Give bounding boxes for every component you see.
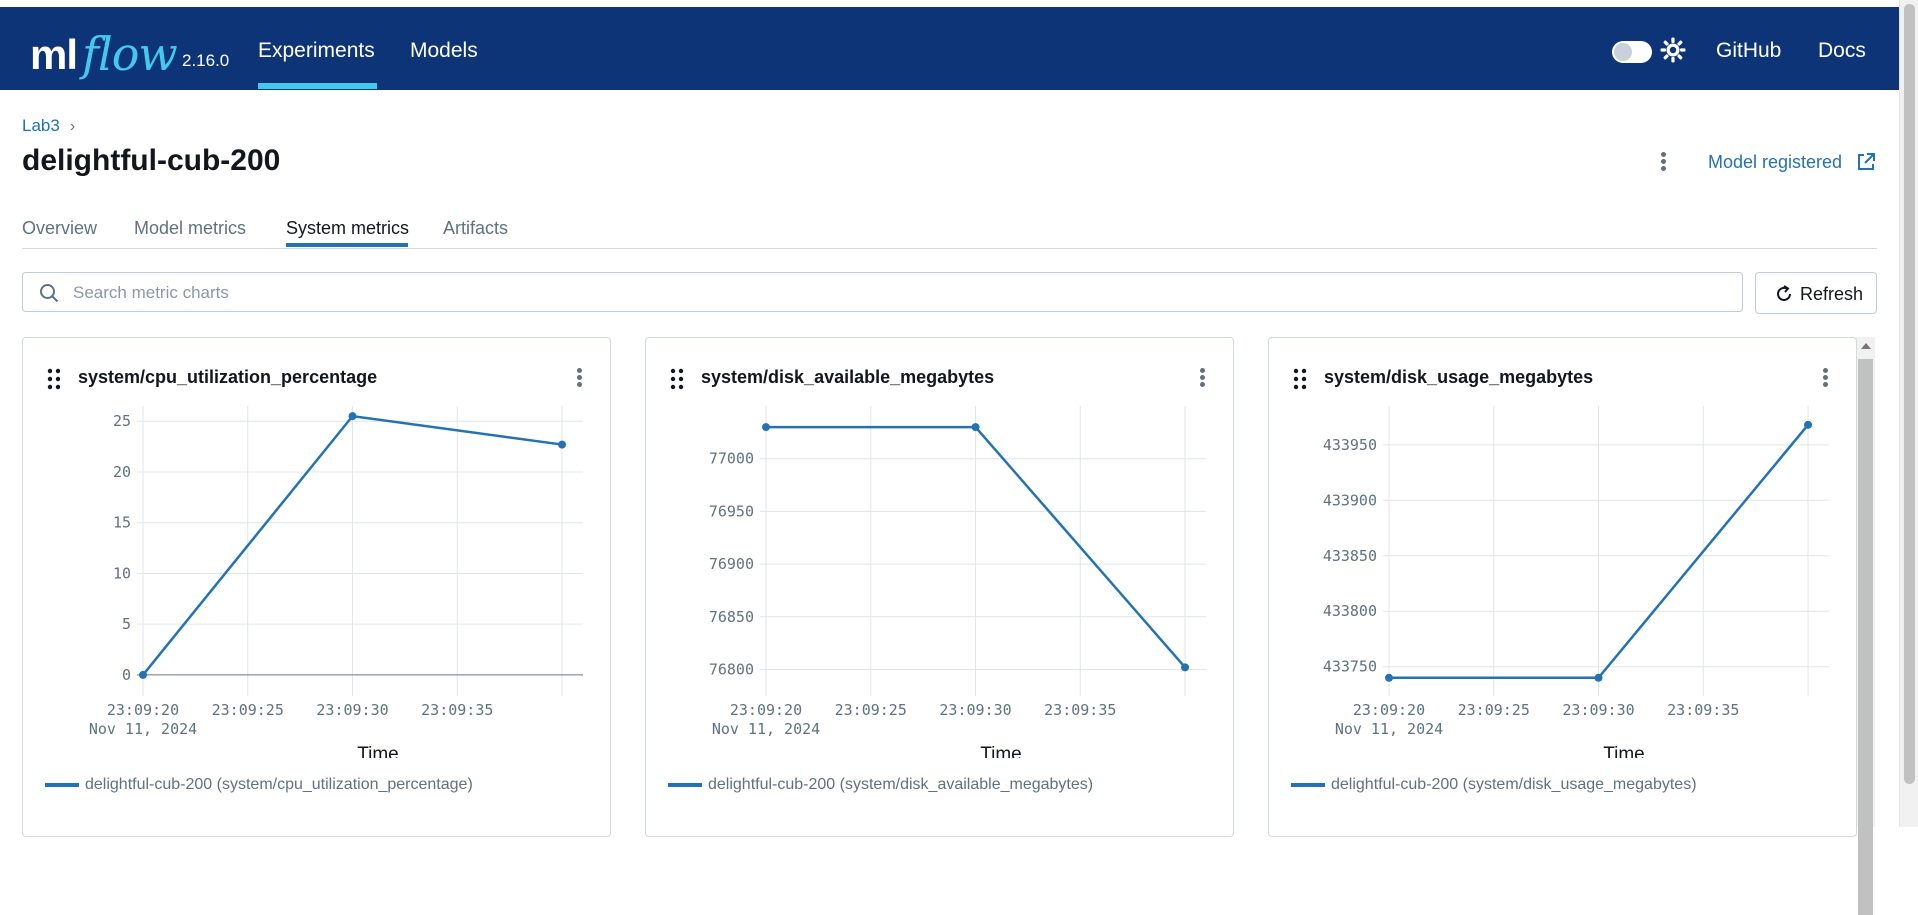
- external-link-icon[interactable]: [1856, 152, 1876, 172]
- breadcrumb-separator: ›: [69, 118, 76, 135]
- model-registered-link[interactable]: Model registered: [1708, 152, 1842, 173]
- search-box: [22, 272, 1743, 313]
- data-point: [1385, 673, 1393, 682]
- y-tick-label: 10: [113, 564, 131, 582]
- y-tick-label: 5: [122, 615, 131, 633]
- top-navbar: ml flow 2.16.0 Experiments Models GitHub…: [0, 7, 1899, 90]
- tab-model-metrics[interactable]: Model metrics: [134, 218, 246, 239]
- github-link[interactable]: GitHub: [1716, 39, 1781, 63]
- y-tick-label: 433750: [1323, 658, 1377, 676]
- run-actions-menu-icon[interactable]: [1656, 150, 1670, 176]
- x-tick-label: 23:09:20: [1353, 701, 1425, 719]
- x-tick-label: 23:09:30: [1562, 701, 1634, 719]
- legend-label: delightful-cub-200 (system/cpu_utilizati…: [85, 776, 473, 793]
- dark-mode-toggle[interactable]: [1612, 41, 1652, 63]
- y-tick-label: 76950: [709, 502, 754, 520]
- y-tick-label: 433800: [1323, 602, 1377, 620]
- page-title: delightful-cub-200: [22, 144, 281, 177]
- y-tick-label: 0: [122, 666, 131, 684]
- tab-overview[interactable]: Overview: [22, 218, 97, 239]
- x-tick-label: 23:09:25: [212, 701, 284, 719]
- chart-legend[interactable]: delightful-cub-200 (system/disk_usage_me…: [1291, 776, 1697, 794]
- chart-plot[interactable]: 0 5 10 15 20 25 23:09:20 23:09:25 23:09:30 23:09:…: [23, 338, 612, 758]
- y-tick-label: 77000: [709, 450, 754, 468]
- x-axis-label: Time: [980, 744, 1022, 758]
- legend-swatch: [45, 783, 79, 787]
- scroll-up-arrow-icon[interactable]: [1861, 343, 1871, 349]
- chart-plot[interactable]: 76800 76850 76900 76950 77000 23:09:20 23:09:2…: [646, 338, 1235, 758]
- breadcrumb: Lab3 ›: [22, 116, 75, 136]
- active-tab-indicator: [286, 243, 408, 247]
- chart-card-cpu: system/cpu_utilization_percentage 0 5 10 15…: [22, 337, 611, 837]
- legend-label: delightful-cub-200 (system/disk_availabl…: [708, 776, 1094, 793]
- run-tabs: Overview Model metrics System metrics Ar…: [22, 212, 1877, 249]
- data-point: [971, 423, 980, 432]
- chart-legend[interactable]: delightful-cub-200 (system/cpu_utilizati…: [45, 776, 473, 794]
- charts-scrollbar[interactable]: [1856, 337, 1875, 915]
- y-tick-label: 433850: [1323, 547, 1377, 565]
- nav-experiments[interactable]: Experiments: [258, 39, 375, 63]
- y-tick-label: 76850: [709, 608, 754, 626]
- search-input[interactable]: [71, 273, 1735, 313]
- x-date-label: Nov 11, 2024: [1335, 720, 1443, 738]
- x-date-label: Nov 11, 2024: [712, 720, 820, 738]
- page-scrollbar-thumb[interactable]: [1904, 4, 1915, 784]
- data-point: [558, 440, 567, 449]
- x-tick-label: 23:09:30: [939, 701, 1011, 719]
- data-point: [762, 423, 770, 432]
- x-tick-label: 23:09:25: [835, 701, 907, 719]
- data-point: [1181, 663, 1190, 672]
- x-tick-label: 23:09:35: [421, 701, 493, 719]
- refresh-label: Refresh: [1800, 284, 1864, 304]
- x-axis-label: Time: [357, 744, 399, 758]
- x-tick-label: 23:09:25: [1458, 701, 1530, 719]
- page-scrollbar[interactable]: [1899, 0, 1918, 827]
- y-tick-label: 20: [113, 463, 131, 481]
- chart-card-disk-available: system/disk_available_megabytes 76800 768…: [645, 337, 1234, 837]
- refresh-button[interactable]: Refresh: [1755, 272, 1877, 314]
- y-tick-label: 15: [113, 514, 131, 532]
- legend-swatch: [668, 783, 702, 787]
- sun-icon[interactable]: [1660, 37, 1686, 63]
- x-tick-label: 23:09:20: [107, 701, 179, 719]
- data-point: [139, 670, 147, 679]
- y-tick-label: 25: [113, 412, 131, 430]
- charts-scrollbar-thumb[interactable]: [1858, 359, 1873, 915]
- x-axis-label: Time: [1603, 744, 1645, 758]
- y-tick-label: 76800: [709, 660, 754, 678]
- tab-artifacts[interactable]: Artifacts: [443, 218, 508, 239]
- refresh-icon: [1777, 285, 1791, 301]
- x-tick-label: 23:09:35: [1044, 701, 1116, 719]
- x-tick-label: 23:09:30: [316, 701, 388, 719]
- chart-card-disk-usage: system/disk_usage_megabytes 433750 433800…: [1268, 337, 1857, 837]
- active-nav-indicator: [258, 83, 377, 89]
- y-tick-label: 76900: [709, 555, 754, 573]
- x-date-label: Nov 11, 2024: [89, 720, 197, 738]
- search-icon: [40, 284, 59, 303]
- chart-legend[interactable]: delightful-cub-200 (system/disk_availabl…: [668, 776, 1093, 794]
- x-tick-label: 23:09:20: [730, 701, 802, 719]
- legend-label: delightful-cub-200 (system/disk_usage_me…: [1331, 776, 1697, 793]
- tab-system-metrics[interactable]: System metrics: [286, 218, 409, 239]
- data-point: [1804, 420, 1813, 429]
- y-tick-label: 433950: [1323, 436, 1377, 454]
- chart-plot[interactable]: 433750 433800 433850 433900 433950 23:09:20 23…: [1269, 338, 1858, 758]
- legend-swatch: [1291, 783, 1325, 787]
- data-point: [1594, 673, 1603, 682]
- y-tick-label: 433900: [1323, 491, 1377, 509]
- data-point: [348, 412, 357, 421]
- nav-models[interactable]: Models: [410, 39, 478, 63]
- docs-link[interactable]: Docs: [1818, 39, 1866, 63]
- version-label: 2.16.0: [182, 51, 230, 70]
- breadcrumb-experiment-link[interactable]: Lab3: [22, 116, 60, 135]
- logo-flow-text: flow: [82, 27, 178, 81]
- logo-ml-text: ml: [30, 31, 78, 78]
- x-tick-label: 23:09:35: [1667, 701, 1739, 719]
